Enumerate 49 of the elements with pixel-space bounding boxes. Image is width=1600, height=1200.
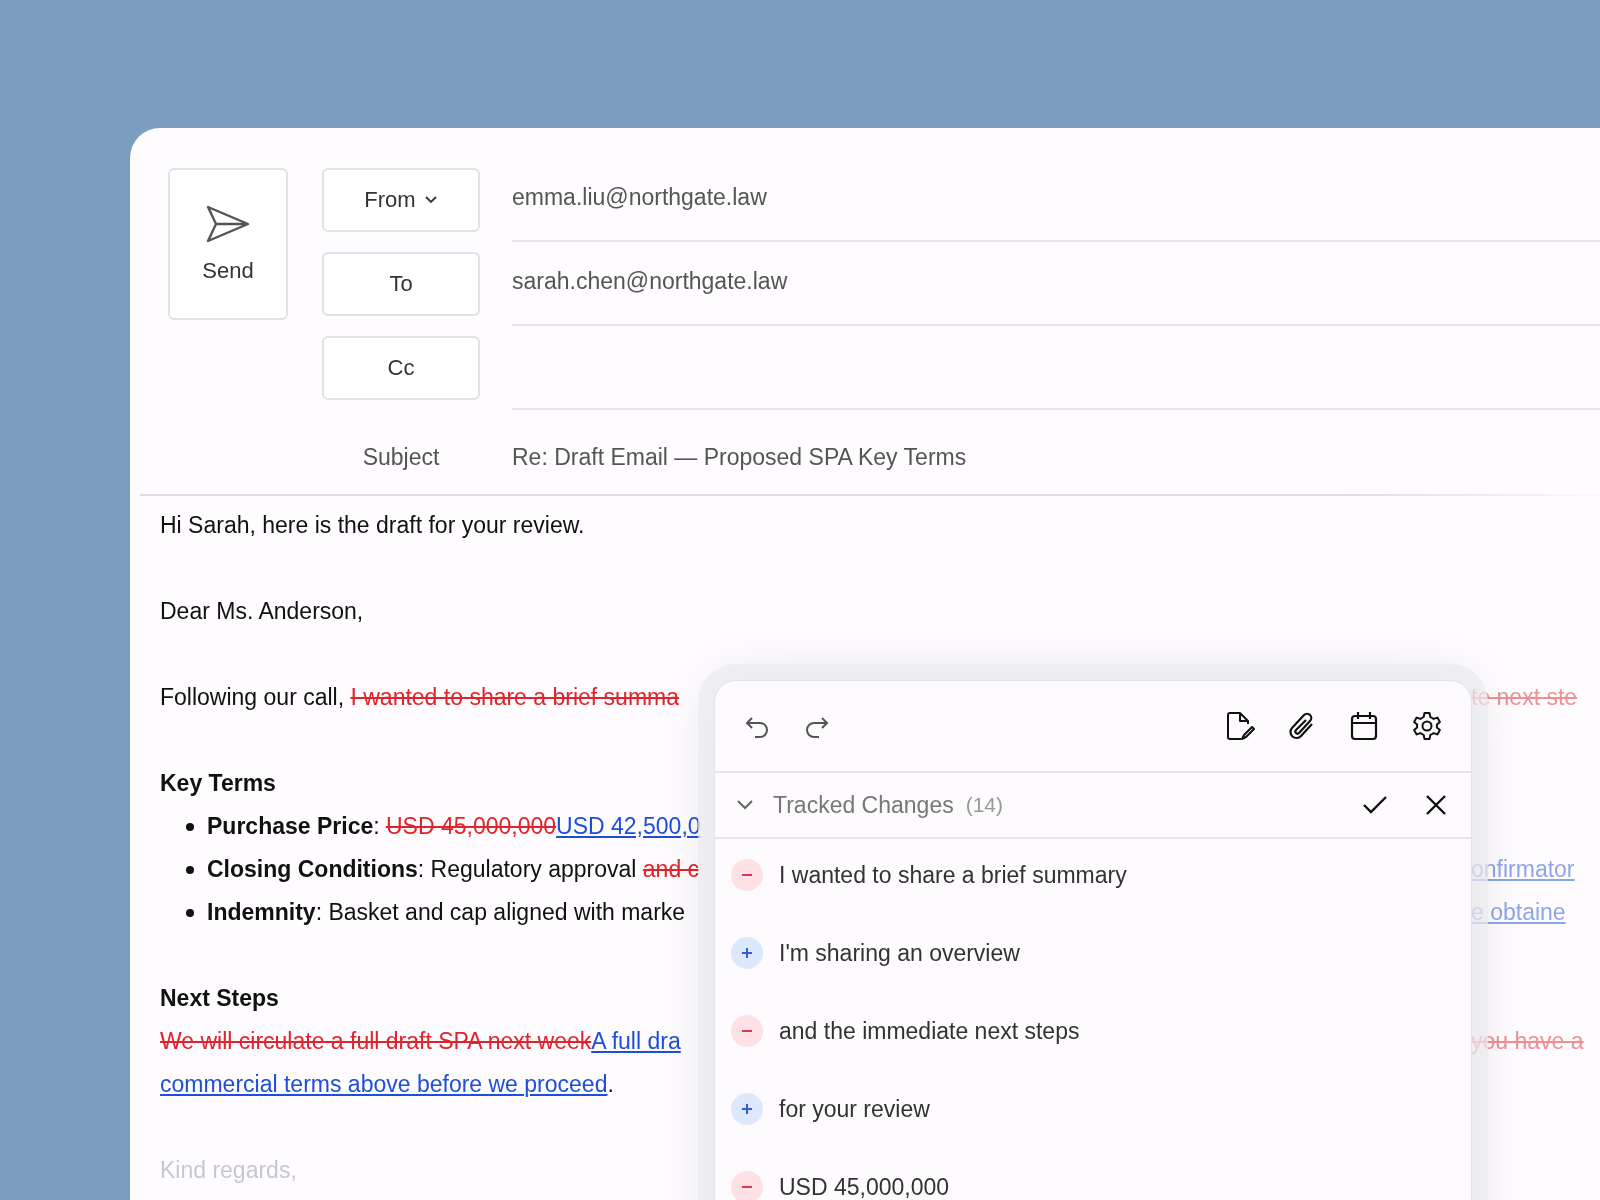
- send-icon: [205, 204, 251, 244]
- from-field[interactable]: emma.liu@northgate.law: [512, 168, 1600, 242]
- body-text: Dear Ms. Anderson,: [160, 598, 364, 624]
- inserted-text: A full dra: [591, 1028, 681, 1054]
- send-button[interactable]: Send: [168, 168, 288, 320]
- calendar-icon[interactable]: [1349, 710, 1379, 742]
- bold-text: Next Steps: [160, 985, 279, 1011]
- to-button[interactable]: To: [322, 252, 480, 316]
- cc-button[interactable]: Cc: [322, 336, 480, 400]
- plus-icon: [731, 937, 763, 969]
- change-text[interactable]: and the immediate next steps: [779, 1017, 1080, 1045]
- chevron-down-icon[interactable]: [735, 798, 755, 812]
- body-text: : Regulatory approval: [417, 856, 638, 882]
- body-text: .: [607, 1071, 614, 1097]
- bullet-icon: [186, 866, 194, 874]
- body-text: : Basket and cap aligned with marke: [315, 899, 686, 925]
- deleted-text: I wanted to share a brief summa: [350, 684, 680, 710]
- bullet-icon: [186, 909, 194, 917]
- bold-text: Closing Conditions: [207, 856, 418, 882]
- from-button[interactable]: From: [322, 168, 480, 232]
- body-text: :: [373, 813, 381, 839]
- subject-label: Subject: [361, 443, 441, 471]
- change-text[interactable]: I wanted to share a brief summary: [779, 861, 1127, 889]
- minus-icon: [731, 1171, 763, 1200]
- bold-text: Key Terms: [160, 770, 276, 796]
- change-count: (14): [965, 793, 1004, 817]
- bullet-icon: [186, 823, 194, 831]
- inserted-text: commercial terms above before we proceed: [160, 1071, 608, 1097]
- panel-title: Tracked Changes: [773, 791, 954, 819]
- change-text[interactable]: I'm sharing an overview: [779, 939, 1020, 967]
- bold-text: Purchase Price: [207, 813, 374, 839]
- body-text: Following our call,: [160, 684, 346, 710]
- change-text[interactable]: for your review: [779, 1095, 930, 1123]
- close-icon[interactable]: [1425, 794, 1447, 816]
- edit-document-icon[interactable]: [1225, 710, 1255, 742]
- inserted-text: USD 42,500,0: [556, 813, 701, 839]
- subject-field[interactable]: Re: Draft Email — Proposed SPA Key Terms: [512, 443, 967, 471]
- minus-icon: [731, 1015, 763, 1047]
- chevron-down-icon: [423, 195, 438, 205]
- body-text: Hi Sarah, here is the draft for your review.: [160, 512, 585, 538]
- settings-icon[interactable]: [1411, 710, 1443, 742]
- plus-icon: [731, 1093, 763, 1125]
- change-text[interactable]: USD 45,000,000: [779, 1173, 950, 1200]
- deleted-text: We will circulate a full draft SPA next week: [160, 1028, 592, 1054]
- minus-icon: [731, 859, 763, 891]
- deleted-text: USD 45,000,000: [386, 813, 557, 839]
- to-field[interactable]: sarah.chen@northgate.law: [512, 252, 1600, 326]
- bold-text: Indemnity: [207, 899, 316, 925]
- deleted-text: and c: [642, 856, 700, 882]
